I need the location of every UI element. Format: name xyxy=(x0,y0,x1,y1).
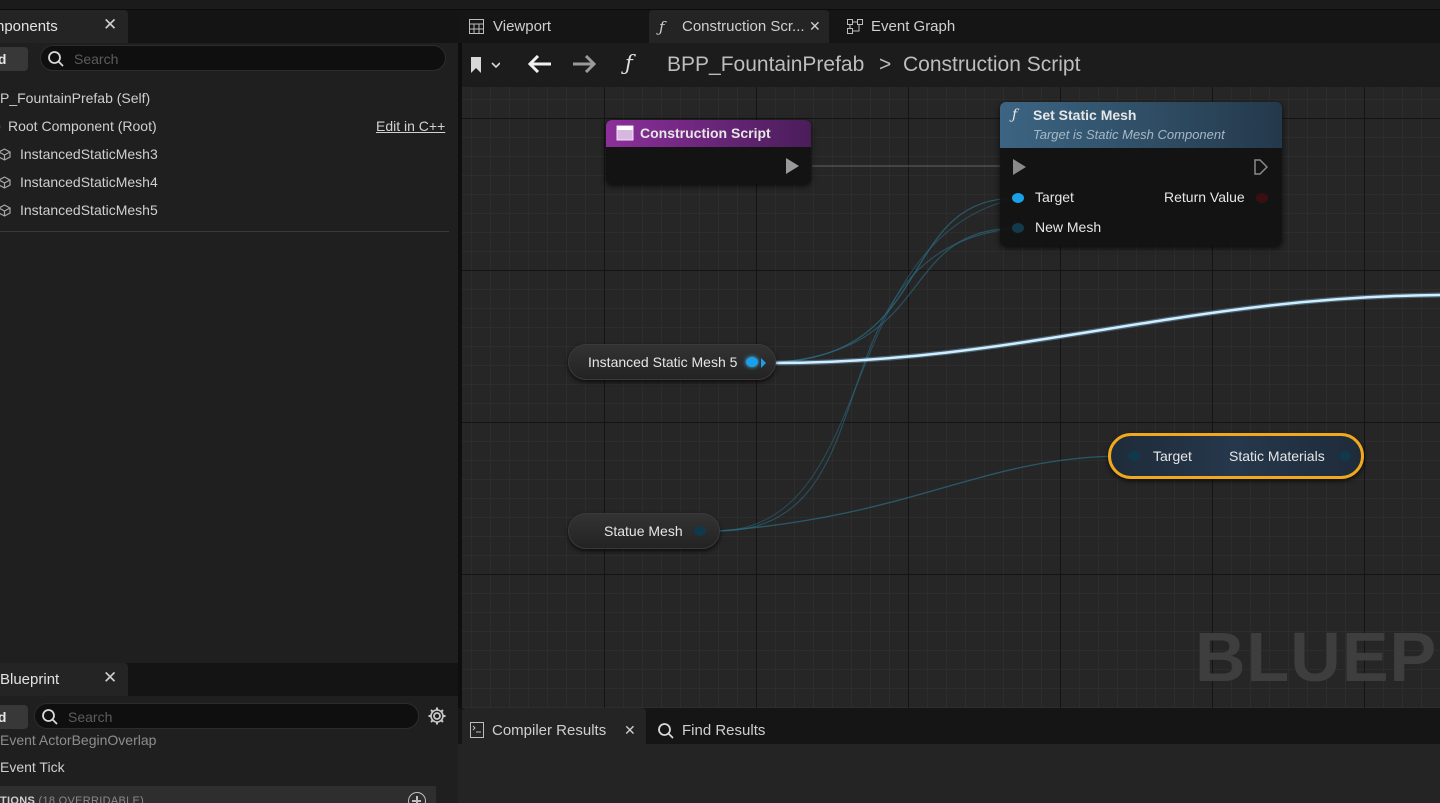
add-member-button[interactable]: ld xyxy=(0,705,28,729)
function-icon: ƒ xyxy=(625,51,633,75)
root-component-icon: ▪ xyxy=(0,113,1,139)
exec-out-pin[interactable] xyxy=(1254,159,1268,175)
tab-label: Construction Scr... xyxy=(682,18,805,35)
compiler-results-icon xyxy=(470,722,484,738)
node-title: Set Static Mesh xyxy=(1033,107,1137,123)
exec-in-pin[interactable] xyxy=(1013,159,1026,175)
new-mesh-pin[interactable] xyxy=(1012,223,1024,233)
search-placeholder: Search xyxy=(68,709,113,725)
category-label: TIONS (18 OVERRIDABLE) xyxy=(0,795,144,803)
tab-label: Find Results xyxy=(682,722,766,739)
target-pin[interactable] xyxy=(1012,193,1024,203)
tree-item-label: InstancedStaticMesh3 xyxy=(20,146,158,162)
tab-components[interactable]: nponents ✕ xyxy=(0,10,128,43)
bookmark-icon[interactable] xyxy=(470,56,500,74)
list-item[interactable]: Event Tick xyxy=(0,754,65,780)
tree-item-root[interactable]: ▪ Root Component (Root) Edit in C++ xyxy=(0,113,449,139)
tab-viewport[interactable]: Viewport xyxy=(458,10,648,43)
search-placeholder: Search xyxy=(74,51,119,67)
function-icon: ƒ xyxy=(659,18,665,36)
breadcrumb-current: Construction Script xyxy=(903,53,1081,76)
tree-item-label: P_FountainPrefab (Self) xyxy=(0,90,151,106)
tree-item-label: InstancedStaticMesh5 xyxy=(20,202,158,218)
statue-mesh-node[interactable]: Statue Mesh xyxy=(568,513,720,549)
compiler-results-panel xyxy=(458,744,1440,803)
target-pin[interactable] xyxy=(1128,451,1140,461)
category-note: (18 OVERRIDABLE) xyxy=(38,795,145,803)
static-materials-node[interactable]: Target Static Materials xyxy=(1108,433,1364,479)
return-value-pin[interactable] xyxy=(1256,193,1268,203)
components-panel: nponents ✕ ld Search P_FountainPrefab (S… xyxy=(0,10,458,803)
top-strip xyxy=(0,0,1440,10)
pin-arrow xyxy=(761,358,766,368)
viewport-grid-icon xyxy=(469,19,484,34)
static-materials-pin[interactable] xyxy=(1339,451,1351,461)
set-static-mesh-node[interactable]: ƒ Set Static Mesh Target is Static Mesh … xyxy=(1000,102,1282,246)
variable-label: Instanced Static Mesh 5 xyxy=(588,354,738,370)
tab-label: Viewport xyxy=(493,18,552,35)
tab-find-results[interactable]: Find Results xyxy=(653,708,783,744)
add-component-button[interactable]: ld xyxy=(0,47,28,71)
function-icon: ƒ xyxy=(1012,107,1018,123)
variable-label: Statue Mesh xyxy=(604,523,683,539)
my-blueprint-search-input[interactable]: Search xyxy=(34,703,419,729)
functions-category[interactable]: TIONS (18 OVERRIDABLE) xyxy=(0,786,436,803)
mesh-icon xyxy=(0,176,11,189)
blueprint-graph[interactable]: BLUEPRI Construction Script ƒ Set Static… xyxy=(462,87,1440,708)
pin-label: New Mesh xyxy=(1035,219,1102,235)
tab-my-blueprint[interactable]: Blueprint ✕ xyxy=(0,663,128,696)
node-subtitle: Target is Static Mesh Component xyxy=(1033,127,1225,142)
construction-script-icon xyxy=(616,125,634,141)
list-item[interactable]: Event ActorBeginOverlap xyxy=(0,730,156,750)
mesh-icon xyxy=(0,148,11,161)
output-pin[interactable] xyxy=(746,357,758,367)
my-blueprint-tab-title: Blueprint xyxy=(0,671,60,688)
breadcrumb-separator: > xyxy=(879,53,892,76)
event-graph-icon xyxy=(847,19,863,34)
graph-toolbar: ƒ BPP_FountainPrefab > Construction Scri… xyxy=(458,43,1440,87)
mesh-icon xyxy=(0,204,11,217)
close-icon[interactable]: ✕ xyxy=(103,16,117,33)
components-search-input[interactable]: Search xyxy=(40,45,446,71)
search-icon xyxy=(658,723,674,739)
divider xyxy=(0,231,449,232)
edit-in-cpp-link[interactable]: Edit in C++ xyxy=(376,113,445,139)
my-blueprint-tabbar: Blueprint ✕ xyxy=(0,663,458,696)
forward-arrow-icon[interactable] xyxy=(572,55,596,73)
tab-event-graph[interactable]: Event Graph xyxy=(836,10,976,43)
tree-item-self[interactable]: P_FountainPrefab (Self) xyxy=(0,85,150,111)
breadcrumb-root[interactable]: BPP_FountainPrefab xyxy=(667,53,864,77)
close-icon[interactable]: ✕ xyxy=(624,723,636,737)
tab-label: Compiler Results xyxy=(492,722,607,739)
components-tabbar: nponents ✕ xyxy=(0,10,458,43)
pin-label: Target xyxy=(1035,189,1074,205)
instanced-static-mesh-5-node[interactable]: Instanced Static Mesh 5 xyxy=(568,344,776,380)
pin-label: Return Value xyxy=(1164,189,1245,205)
back-arrow-icon[interactable] xyxy=(528,55,552,73)
event-label: Event ActorBeginOverlap xyxy=(0,732,157,748)
close-icon[interactable]: ✕ xyxy=(809,19,821,33)
components-tab-title: nponents xyxy=(0,18,58,35)
gear-icon[interactable] xyxy=(427,706,447,726)
search-icon xyxy=(42,709,58,725)
close-icon[interactable]: ✕ xyxy=(103,669,117,686)
tab-label: Event Graph xyxy=(871,18,956,35)
bottom-tabbar: Compiler Results ✕ Find Results xyxy=(458,708,1440,744)
construction-script-node[interactable]: Construction Script xyxy=(606,120,811,184)
search-icon xyxy=(48,51,64,67)
tab-compiler-results[interactable]: Compiler Results ✕ xyxy=(462,708,646,744)
output-pin[interactable] xyxy=(694,526,706,536)
add-function-icon[interactable] xyxy=(408,792,426,803)
tab-construction-script[interactable]: ƒ Construction Scr... ✕ xyxy=(649,10,829,43)
node-title: Construction Script xyxy=(640,125,771,141)
editor-tabbar: Viewport ƒ Construction Scr... ✕ Event G… xyxy=(458,10,1440,43)
pin-label: Static Materials xyxy=(1229,448,1325,464)
event-label: Event Tick xyxy=(0,759,65,775)
tree-item-label: Root Component (Root) xyxy=(8,118,157,134)
exec-out-pin[interactable] xyxy=(786,158,799,174)
pin-label: Target xyxy=(1153,448,1192,464)
tree-item-label: InstancedStaticMesh4 xyxy=(20,174,158,190)
